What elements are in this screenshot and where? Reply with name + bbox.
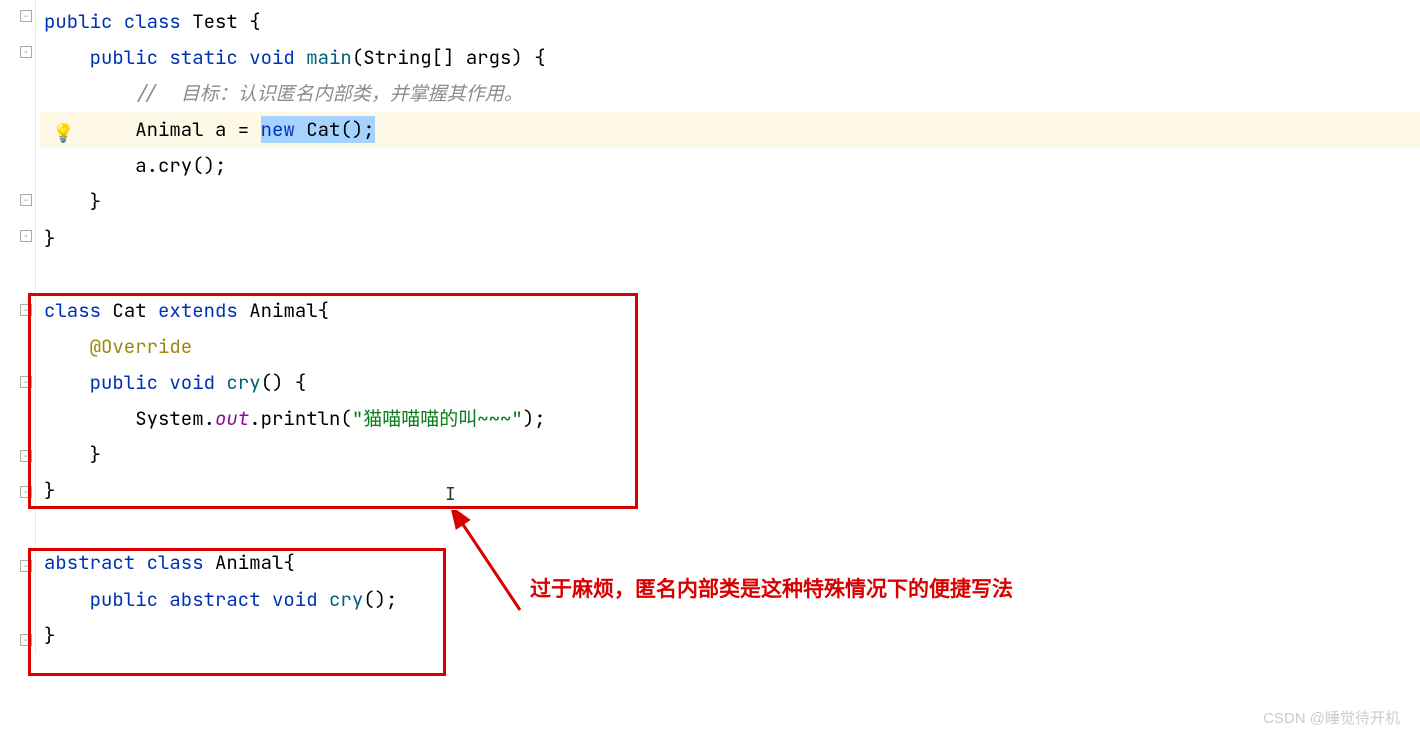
text-cursor-icon: I [445, 478, 456, 512]
text-selection: new Cat(); [261, 116, 375, 143]
constructor-call: Cat(); [295, 117, 375, 142]
code-line[interactable]: // 目标：认识匿名内部类，并掌握其作用。 [40, 76, 1420, 112]
code-line[interactable]: } [40, 221, 1420, 257]
code-line-highlighted[interactable]: Animal a = new Cat(); [40, 112, 1420, 148]
intention-bulb-icon[interactable]: 💡 [52, 117, 74, 151]
code-line[interactable]: } [40, 184, 1420, 220]
code-line[interactable]: public class Test { [40, 4, 1420, 40]
annotation-box-1 [28, 293, 638, 509]
var-decl: Animal a = [135, 117, 260, 142]
blank-line[interactable] [40, 257, 1420, 293]
watermark: CSDN @睡觉待开机 [1263, 705, 1400, 734]
fold-icon[interactable]: − [20, 230, 32, 242]
code-line[interactable]: public static void main(String[] args) { [40, 40, 1420, 76]
annotation-box-2 [28, 548, 446, 676]
code-line[interactable]: a.cry(); [40, 148, 1420, 184]
keyword: public static void [90, 45, 295, 70]
brace: } [44, 226, 55, 251]
class-name: Test { [181, 9, 261, 34]
statement: a.cry(); [135, 153, 226, 178]
method-name: main [295, 45, 352, 70]
brace: } [90, 189, 101, 214]
fold-icon[interactable]: − [20, 46, 32, 58]
annotation-text: 过于麻烦，匿名内部类是这种特殊情况下的便捷写法 [530, 570, 1013, 610]
params: (String[] args) { [352, 45, 546, 70]
blank-line[interactable] [40, 509, 1420, 545]
comment: // 目标：认识匿名内部类，并掌握其作用。 [135, 81, 523, 106]
fold-icon[interactable]: − [20, 10, 32, 22]
keyword: new [261, 117, 295, 142]
arrow-icon [450, 510, 540, 630]
keyword: public class [44, 9, 181, 34]
fold-icon[interactable]: − [20, 194, 32, 206]
